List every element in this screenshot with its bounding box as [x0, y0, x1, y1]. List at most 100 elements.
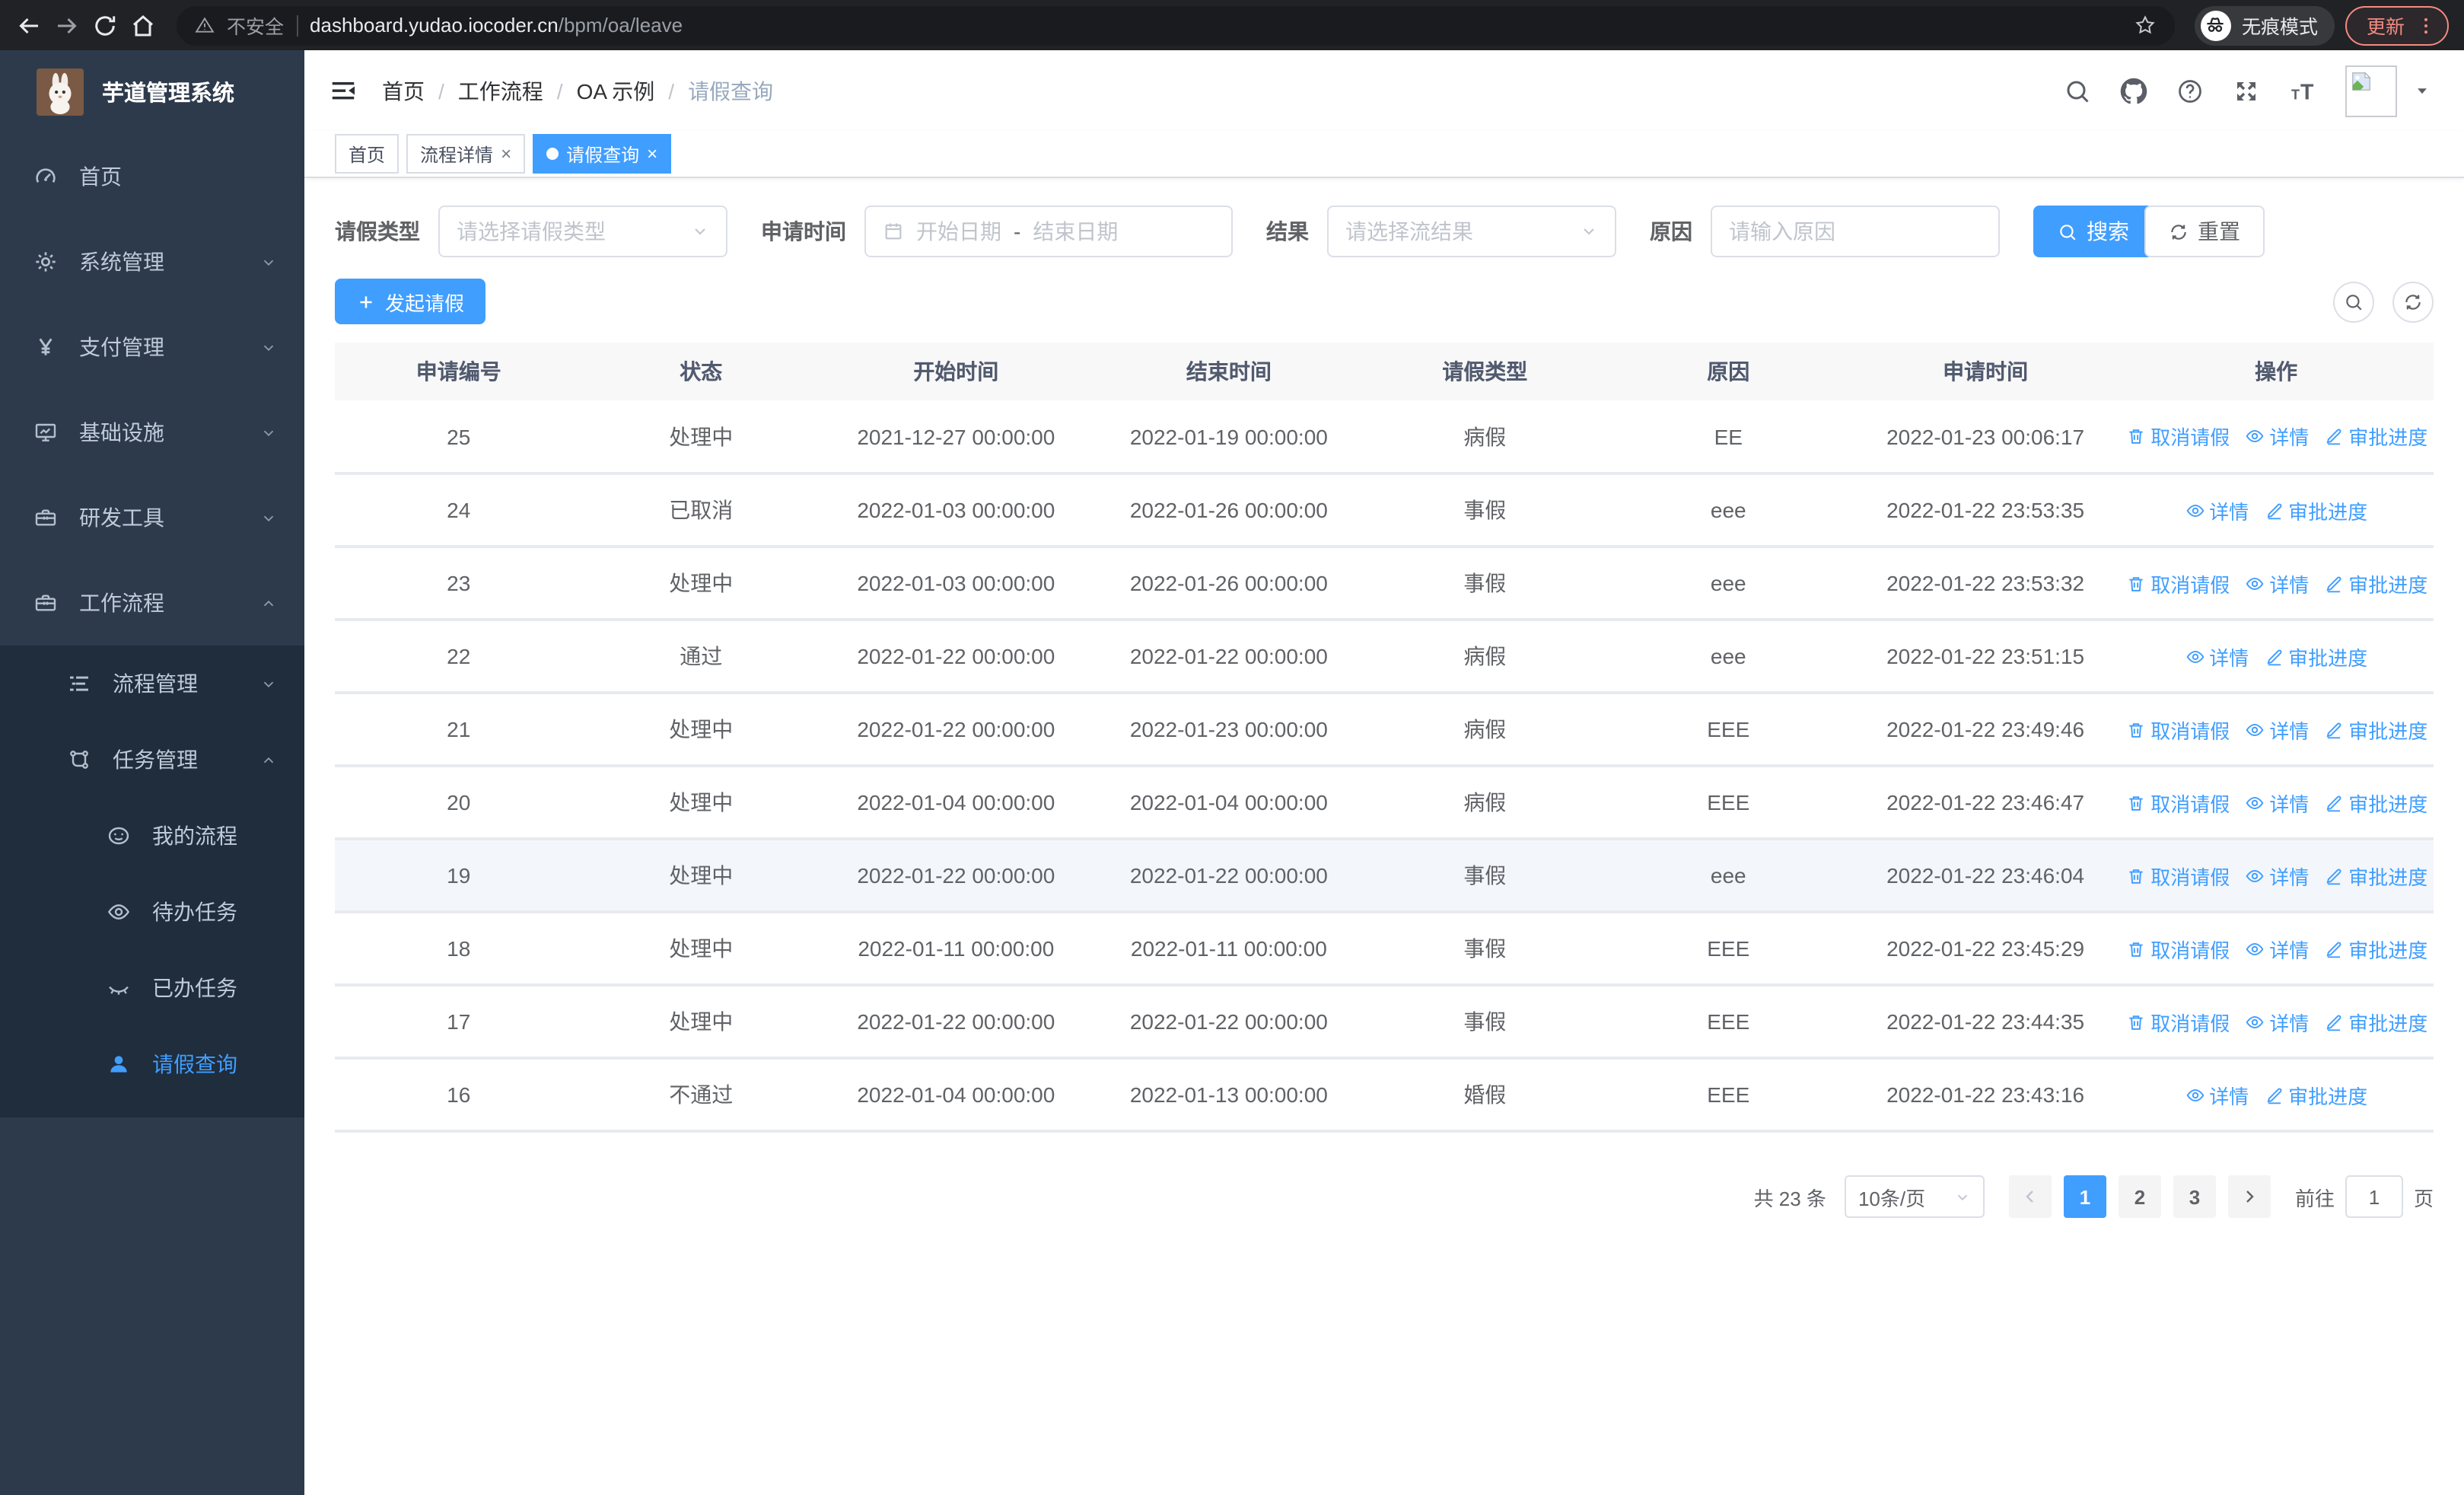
pen-icon — [2324, 792, 2344, 812]
leave-type-label: 请假类型 — [335, 219, 420, 244]
detail-link[interactable]: 详情 — [2245, 1007, 2309, 1036]
search-icon — [2058, 222, 2077, 241]
reason-input[interactable]: 请输入原因 — [1711, 206, 2000, 257]
search-icon[interactable] — [2064, 77, 2091, 104]
avatar-caret-down-icon[interactable] — [2414, 82, 2431, 99]
approval-progress-link[interactable]: 审批进度 — [2264, 642, 2367, 671]
approval-progress-link-label: 审批进度 — [2288, 646, 2368, 669]
approval-progress-link[interactable]: 审批进度 — [2264, 1080, 2367, 1109]
sidebar-item-my-process[interactable]: 我的流程 — [0, 798, 304, 874]
app-logo-row[interactable]: 芋道管理系统 — [0, 50, 304, 134]
next-page-button[interactable] — [2227, 1175, 2271, 1218]
url-bar[interactable]: 不安全 dashboard.yudao.iocoder.cn/bpm/oa/le… — [177, 5, 2175, 45]
back-icon[interactable] — [15, 11, 43, 39]
cancel-leave-link[interactable]: 取消请假 — [2126, 861, 2230, 890]
create-leave-button[interactable]: 发起请假 — [335, 279, 486, 324]
detail-link[interactable]: 详情 — [2185, 642, 2249, 671]
incognito-badge: 无痕模式 — [2194, 5, 2335, 45]
github-icon[interactable] — [2120, 77, 2147, 104]
page-2-button[interactable]: 2 — [2118, 1175, 2161, 1218]
approval-progress-link[interactable]: 审批进度 — [2324, 934, 2427, 963]
cell-applied: 2022-01-22 23:43:16 — [1851, 1058, 2119, 1133]
approval-progress-link[interactable]: 审批进度 — [2324, 422, 2427, 451]
sidebar-item-workflow[interactable]: 工作流程 — [0, 560, 304, 645]
detail-link[interactable]: 详情 — [2185, 496, 2249, 524]
trash-icon — [2126, 573, 2146, 593]
approval-progress-link[interactable]: 审批进度 — [2324, 1007, 2427, 1036]
breadcrumb-workflow[interactable]: 工作流程 — [458, 75, 543, 106]
detail-link[interactable]: 详情 — [2245, 861, 2309, 890]
sidebar-item-process-mgmt[interactable]: 流程管理 — [0, 645, 304, 722]
tab-process-detail[interactable]: 流程详情 × — [406, 134, 526, 174]
breadcrumb-home[interactable]: 首页 — [382, 75, 425, 106]
update-button[interactable]: 更新 — [2345, 5, 2449, 45]
menu-fold-icon[interactable] — [329, 76, 358, 105]
font-size-icon[interactable]: TT — [2289, 77, 2316, 104]
cell-actions: 取消请假 详情 审批进度 — [2119, 693, 2434, 767]
cancel-leave-link[interactable]: 取消请假 — [2126, 934, 2230, 963]
page-1-button[interactable]: 1 — [2063, 1175, 2106, 1218]
sidebar-item-done-tasks[interactable]: 已办任务 — [0, 950, 304, 1026]
refresh-table-button[interactable] — [2392, 281, 2434, 322]
page-3-button[interactable]: 3 — [2173, 1175, 2216, 1218]
approval-progress-link[interactable]: 审批进度 — [2324, 715, 2427, 744]
prev-page-button[interactable] — [2008, 1175, 2052, 1218]
cancel-leave-link[interactable]: 取消请假 — [2126, 715, 2230, 744]
detail-link[interactable]: 详情 — [2185, 1080, 2249, 1109]
browser-menu-icon[interactable] — [2415, 14, 2437, 36]
apply-time-range-picker[interactable]: 开始日期 - 结束日期 — [864, 206, 1233, 257]
detail-link-label: 详情 — [2269, 719, 2310, 742]
sidebar-item-payment-mgmt[interactable]: 支付管理 — [0, 304, 304, 390]
sidebar-item-label: 我的流程 — [152, 824, 237, 848]
help-icon[interactable] — [2176, 77, 2204, 104]
cancel-leave-link[interactable]: 取消请假 — [2126, 788, 2230, 817]
sidebar-item-home[interactable]: 首页 — [0, 134, 304, 219]
fullscreen-icon[interactable] — [2233, 77, 2260, 104]
sidebar-item-task-mgmt[interactable]: 任务管理 — [0, 722, 304, 798]
page-size-value: 10条/页 — [1858, 1187, 1926, 1210]
close-icon[interactable]: × — [647, 145, 657, 163]
forward-icon[interactable] — [53, 11, 81, 39]
home-icon[interactable] — [129, 11, 157, 39]
cell-applied: 2022-01-22 23:49:46 — [1851, 693, 2119, 767]
bookmark-star-icon[interactable] — [2134, 14, 2157, 37]
reset-button[interactable]: 重置 — [2144, 206, 2265, 257]
detail-link[interactable]: 详情 — [2245, 422, 2309, 451]
column-header: 原因 — [1604, 343, 1852, 400]
result-select[interactable]: 请选择流结果 — [1327, 206, 1616, 257]
approval-progress-link[interactable]: 审批进度 — [2324, 861, 2427, 890]
cancel-leave-link[interactable]: 取消请假 — [2126, 1007, 2230, 1036]
tab-home[interactable]: 首页 — [335, 134, 400, 174]
approval-progress-link[interactable]: 审批进度 — [2324, 569, 2427, 598]
detail-link[interactable]: 详情 — [2245, 788, 2309, 817]
toggle-search-button[interactable] — [2333, 281, 2374, 322]
sidebar-item-dev-tools[interactable]: 研发工具 — [0, 475, 304, 560]
sidebar-item-todo-tasks[interactable]: 待办任务 — [0, 874, 304, 950]
sidebar-item-leave-query[interactable]: 请假查询 — [0, 1026, 304, 1102]
approval-progress-link[interactable]: 审批进度 — [2324, 788, 2427, 817]
detail-link[interactable]: 详情 — [2245, 934, 2309, 963]
leave-type-select[interactable]: 请选择请假类型 — [438, 206, 727, 257]
breadcrumb-oa-example[interactable]: OA 示例 — [577, 75, 655, 106]
page-size-select[interactable]: 10条/页 — [1844, 1175, 1985, 1218]
sidebar-item-label: 已办任务 — [152, 976, 237, 1000]
close-icon[interactable]: × — [501, 145, 511, 163]
cancel-leave-link[interactable]: 取消请假 — [2126, 569, 2230, 598]
reload-icon[interactable] — [91, 11, 119, 39]
cell-reason: eee — [1604, 620, 1852, 694]
tab-leave-query[interactable]: 请假查询 × — [533, 134, 672, 174]
column-header: 结束时间 — [1092, 343, 1366, 400]
avatar[interactable] — [2345, 65, 2397, 116]
detail-link[interactable]: 详情 — [2245, 569, 2309, 598]
search-button[interactable]: 搜索 — [2033, 206, 2154, 257]
sidebar-item-infrastructure[interactable]: 基础设施 — [0, 390, 304, 475]
approval-progress-link[interactable]: 审批进度 — [2264, 496, 2367, 524]
cell-id: 19 — [335, 839, 583, 913]
sidebar-item-label: 首页 — [79, 164, 122, 189]
cancel-leave-link[interactable]: 取消请假 — [2126, 422, 2230, 451]
detail-link[interactable]: 详情 — [2245, 715, 2309, 744]
sidebar-item-system-mgmt[interactable]: 系统管理 — [0, 219, 304, 304]
cell-reason: EEE — [1604, 985, 1852, 1060]
pen-icon — [2324, 1012, 2344, 1031]
goto-page-input[interactable]: 1 — [2345, 1175, 2403, 1218]
